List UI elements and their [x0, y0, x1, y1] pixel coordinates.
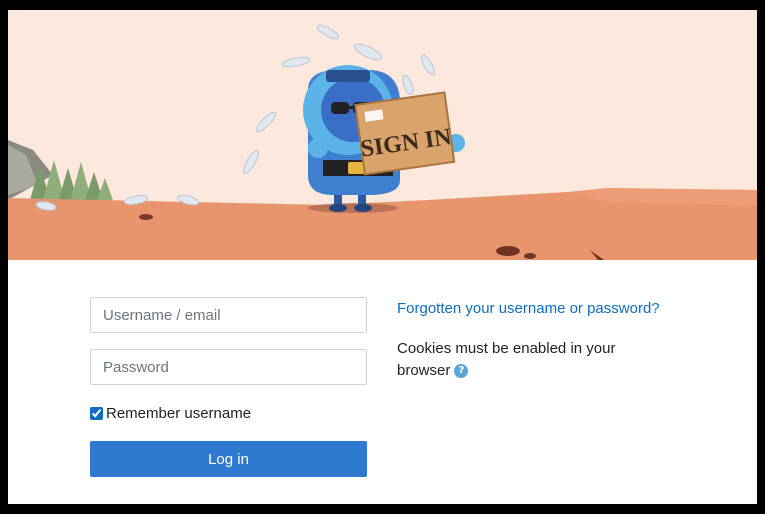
question-circle-icon[interactable]: ?	[454, 364, 469, 379]
username-input[interactable]	[90, 297, 367, 333]
sign-in-illustration: SIGN IN	[8, 10, 757, 260]
login-form: Remember username Log in	[90, 297, 367, 477]
cookies-notice: Cookies must be enabled in your browser?	[397, 338, 647, 382]
forgot-password-link[interactable]: Forgotten your username or password?	[397, 299, 677, 319]
sign-in-banner: SIGN IN	[8, 10, 757, 260]
login-button[interactable]: Log in	[90, 441, 367, 477]
password-input[interactable]	[90, 349, 367, 385]
remember-username-label[interactable]: Remember username	[106, 405, 251, 422]
login-info: Forgotten your username or password? Coo…	[397, 299, 677, 382]
remember-username-checkbox[interactable]	[90, 406, 103, 420]
cookies-notice-text: Cookies must be enabled in your browser	[397, 340, 616, 379]
login-page: SIGN IN Remember username Log in Forgott…	[8, 10, 757, 504]
remember-username-row: Remember username	[90, 403, 367, 423]
